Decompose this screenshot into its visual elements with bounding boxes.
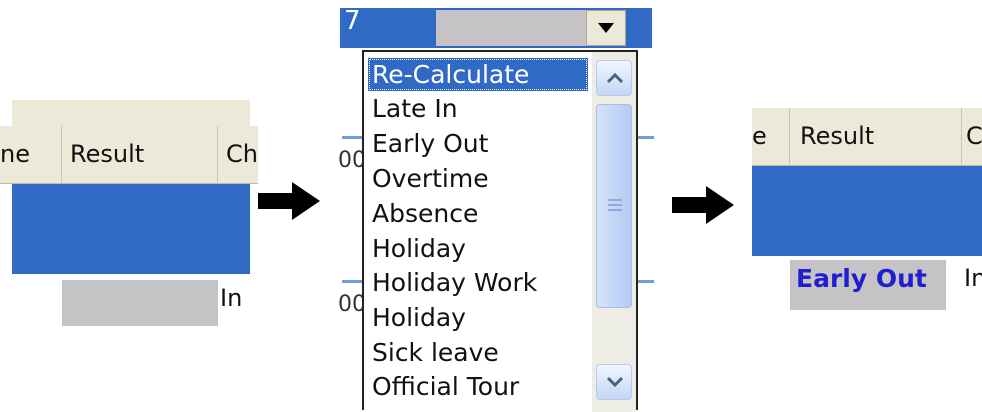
grid-line-fragment — [636, 136, 654, 139]
selected-row[interactable] — [752, 166, 982, 256]
column-header-label: Result — [70, 140, 145, 168]
column-header-partial[interactable]: e — [752, 108, 790, 166]
list-option-official-tour[interactable]: Official Tour — [368, 370, 588, 403]
column-header-label: Ch — [226, 140, 258, 168]
list-option-absence[interactable]: Absence — [368, 197, 588, 230]
grid-line-fragment — [342, 280, 364, 283]
list-option-holiday-2[interactable]: Holiday — [368, 301, 588, 334]
column-header-label: Result — [800, 122, 875, 150]
list-option-early-out[interactable]: Early Out — [368, 127, 588, 160]
vertical-scrollbar[interactable] — [592, 52, 636, 412]
list-option-holiday-work[interactable]: Holiday Work — [368, 266, 588, 299]
scroll-thumb[interactable] — [596, 104, 632, 308]
column-header-result[interactable]: Result — [62, 126, 218, 184]
grid-toolbar-strip — [12, 100, 250, 126]
thumb-grip — [608, 199, 622, 201]
result-cell-empty[interactable] — [62, 280, 218, 326]
column-header-next[interactable]: C — [962, 108, 982, 166]
list-option-late-in[interactable]: Late In — [368, 92, 588, 125]
column-header-label: C — [966, 122, 982, 150]
dropdown-arrow-icon — [598, 23, 614, 33]
column-header-result[interactable]: Result — [790, 108, 962, 166]
scroll-up-icon — [606, 72, 624, 84]
list-option-sick-leave[interactable]: Sick leave — [368, 336, 588, 369]
column-header-partial[interactable]: ne — [0, 126, 62, 184]
table-cell-text: In — [964, 264, 982, 292]
thumb-grip — [608, 204, 622, 206]
selected-row[interactable] — [12, 184, 250, 274]
arrow-right-icon — [258, 180, 328, 226]
grid-after: e Result C Early Out In — [752, 108, 982, 318]
thumb-grip — [608, 209, 622, 211]
scroll-down-icon — [606, 376, 624, 388]
combo-box[interactable]: 7 — [340, 6, 652, 48]
column-header-next[interactable]: Ch — [218, 126, 258, 184]
grid-before: ne Result Ch In — [0, 100, 258, 330]
combo-value: 7 — [344, 6, 361, 36]
list-option-overtime[interactable]: Overtime — [368, 162, 588, 195]
dropdown-list[interactable]: Re-Calculate Late In Early Out Overtime … — [362, 50, 638, 412]
arrow-right-icon — [672, 184, 742, 230]
result-value: Early Out — [796, 264, 927, 293]
combo-text-area[interactable] — [436, 10, 586, 46]
column-header-label: e — [752, 122, 767, 150]
scroll-down-button[interactable] — [596, 364, 632, 400]
list-option-re-calculate[interactable]: Re-Calculate — [368, 58, 588, 91]
grid-line-fragment — [636, 280, 654, 283]
list-option-holiday[interactable]: Holiday — [368, 232, 588, 265]
grid-line-fragment — [342, 136, 364, 139]
column-header-label: ne — [0, 140, 30, 168]
dropdown-button[interactable] — [586, 10, 626, 46]
scroll-up-button[interactable] — [596, 60, 632, 96]
table-cell-text: In — [220, 284, 243, 312]
